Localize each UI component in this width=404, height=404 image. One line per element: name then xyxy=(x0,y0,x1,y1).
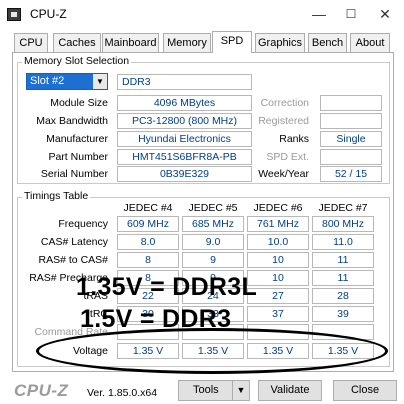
tab-mainboard[interactable]: Mainboard xyxy=(102,33,159,52)
memory-type-field: DDR3 xyxy=(117,74,252,90)
frequency-label: Frequency xyxy=(58,218,108,230)
tab-caches[interactable]: Caches xyxy=(53,33,101,52)
timings-col-head: JEDEC #6 xyxy=(253,202,303,214)
memory-slot-group-label: Memory Slot Selection xyxy=(22,55,132,67)
timing-cell: 28 xyxy=(312,288,374,304)
version-label: Ver. 1.85.0.x64 xyxy=(87,387,158,399)
week-year-value: 52 / 15 xyxy=(320,166,382,182)
validate-button[interactable]: Validate xyxy=(258,380,322,401)
tab-bench[interactable]: Bench xyxy=(308,33,347,52)
timing-cell: 8.0 xyxy=(117,234,179,250)
timing-cell: 8 xyxy=(117,252,179,268)
cas-latency-label: CAS# Latency xyxy=(40,236,108,248)
cpu-z-app-icon xyxy=(7,8,21,21)
part-number-label: Part Number xyxy=(48,151,108,163)
tab-spd[interactable]: SPD xyxy=(212,31,252,53)
timing-cell: 685 MHz xyxy=(182,216,244,232)
slot-select-value: Slot #2 xyxy=(30,75,65,87)
tab-memory[interactable]: Memory xyxy=(163,33,211,52)
week-year-label: Week/Year xyxy=(258,168,309,180)
serial-number-label: Serial Number xyxy=(40,168,108,180)
timings-col-head: JEDEC #7 xyxy=(318,202,368,214)
timing-cell: 800 MHz xyxy=(312,216,374,232)
tab-graphics[interactable]: Graphics xyxy=(255,33,305,52)
max-bandwidth-value: PC3-12800 (800 MHz) xyxy=(117,113,252,129)
serial-number-value: 0B39E329 xyxy=(117,166,252,182)
tab-about[interactable]: About xyxy=(350,33,390,52)
ras-to-cas-label: RAS# to CAS# xyxy=(38,254,108,266)
timings-col-head: JEDEC #5 xyxy=(188,202,238,214)
timing-cell: 609 MHz xyxy=(117,216,179,232)
ranks-value: Single xyxy=(320,131,382,147)
slot-select[interactable]: Slot #2 ▼ xyxy=(26,73,108,90)
spd-ext-value xyxy=(320,149,382,165)
timings-col-head: JEDEC #4 xyxy=(123,202,173,214)
max-bandwidth-label: Max Bandwidth xyxy=(36,115,108,127)
manufacturer-value: Hyundai Electronics xyxy=(117,131,252,147)
timing-cell: 39 xyxy=(312,306,374,322)
tools-button[interactable]: Tools ▼ xyxy=(178,380,250,401)
timing-cell: 37 xyxy=(247,306,309,322)
timing-cell: 9.0 xyxy=(182,234,244,250)
cpu-z-logo: CPU-Z xyxy=(14,381,69,400)
close-button[interactable]: Close xyxy=(333,380,397,401)
timing-cell: 11 xyxy=(312,252,374,268)
chevron-down-icon[interactable]: ▼ xyxy=(93,74,107,89)
ranks-label: Ranks xyxy=(279,133,309,145)
part-number-value: HMT451S6BFR8A-PB xyxy=(117,149,252,165)
timing-cell: 11 xyxy=(312,270,374,286)
correction-value xyxy=(320,95,382,111)
maximize-button[interactable]: ☐ xyxy=(336,4,366,24)
manufacturer-label: Manufacturer xyxy=(46,133,108,145)
timing-cell: 10 xyxy=(247,252,309,268)
minimize-button[interactable]: — xyxy=(304,4,334,24)
timing-cell: 11.0 xyxy=(312,234,374,250)
spd-ext-label: SPD Ext. xyxy=(266,151,309,163)
tab-cpu[interactable]: CPU xyxy=(14,33,48,52)
registered-value xyxy=(320,113,382,129)
timing-cell: 10.0 xyxy=(247,234,309,250)
timing-cell: 761 MHz xyxy=(247,216,309,232)
chevron-down-icon[interactable]: ▼ xyxy=(232,381,249,400)
annotation-ddr3l: 1.35V = DDR3L xyxy=(76,273,258,301)
timings-table-group-label: Timings Table xyxy=(22,190,91,202)
close-window-button[interactable]: ✕ xyxy=(370,4,400,24)
registered-label: Registered xyxy=(258,115,309,127)
module-size-value: 4096 MBytes xyxy=(117,95,252,111)
voltage-highlight-ellipse xyxy=(36,328,388,374)
timing-cell: 9 xyxy=(182,252,244,268)
window-title: CPU-Z xyxy=(30,7,67,21)
correction-label: Correction xyxy=(260,97,309,109)
tools-button-label: Tools xyxy=(193,384,219,396)
module-size-label: Module Size xyxy=(50,97,108,109)
